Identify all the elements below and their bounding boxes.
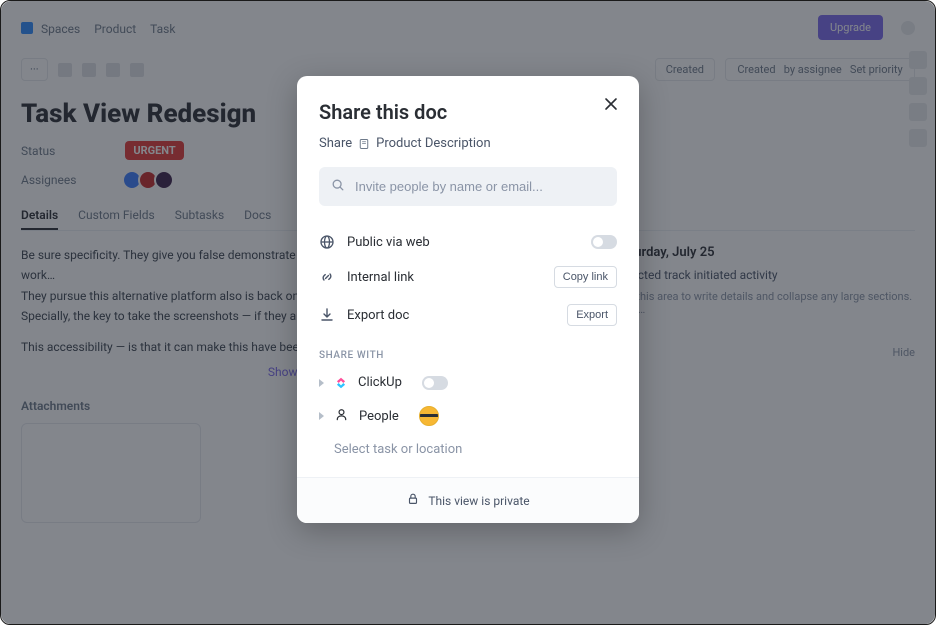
clickup-icon (334, 376, 348, 390)
internal-link-row: Internal link Copy link (319, 258, 617, 296)
globe-icon (319, 234, 335, 250)
invite-search[interactable] (319, 167, 617, 206)
privacy-text: This view is private (428, 494, 529, 508)
public-web-row: Public via web (319, 226, 617, 258)
export-doc-label: Export doc (347, 308, 409, 323)
share-clickup-row[interactable]: ClickUp (319, 367, 617, 398)
share-people-row[interactable]: People (319, 398, 617, 434)
select-location-label: Select task or location (334, 442, 462, 457)
select-location-row[interactable]: Select task or location (319, 434, 617, 465)
close-button[interactable] (603, 96, 621, 114)
link-icon (319, 269, 335, 285)
export-doc-row: Export doc Export (319, 296, 617, 334)
download-icon (319, 307, 335, 323)
chevron-right-icon (319, 412, 324, 420)
copy-link-button[interactable]: Copy link (554, 266, 617, 288)
share-with-heading: SHARE WITH (319, 350, 617, 361)
share-clickup-label: ClickUp (358, 375, 402, 390)
internal-link-label: Internal link (347, 270, 414, 285)
clickup-toggle[interactable] (422, 376, 448, 390)
search-icon (331, 177, 345, 196)
chevron-right-icon (319, 379, 324, 387)
modal-title: Share this doc (319, 100, 617, 124)
invite-input[interactable] (355, 179, 605, 194)
doc-icon (358, 138, 370, 150)
doc-name: Product Description (376, 136, 491, 151)
share-label: Share (319, 136, 352, 151)
avatar (419, 406, 439, 426)
public-web-toggle[interactable] (591, 235, 617, 249)
chevron-right-icon (319, 446, 324, 454)
export-button[interactable]: Export (567, 304, 617, 326)
person-icon (334, 407, 349, 426)
modal-footer: This view is private (297, 477, 639, 523)
share-modal: Share this doc Share Product Description… (297, 76, 639, 523)
close-icon (603, 96, 619, 112)
share-people-label: People (359, 409, 399, 424)
doc-breadcrumb: Share Product Description (319, 136, 617, 151)
public-web-label: Public via web (347, 235, 430, 250)
lock-icon (406, 492, 420, 509)
